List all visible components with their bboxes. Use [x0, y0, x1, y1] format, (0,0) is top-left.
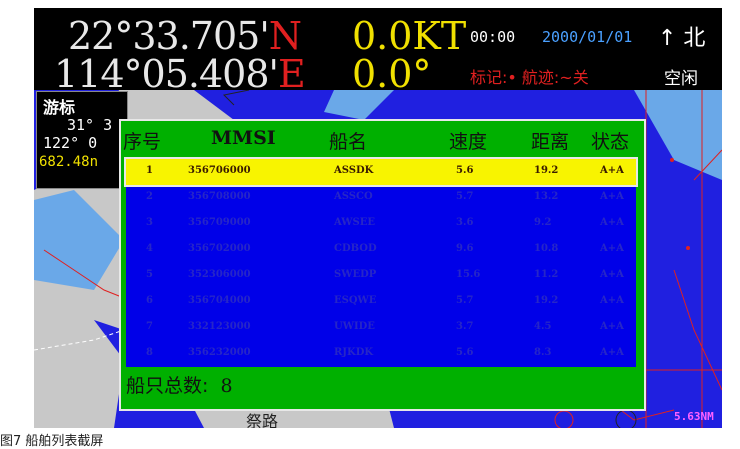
ship-speed: 5.6: [456, 347, 474, 358]
mark-track-status: 标记:• 航迹:~关: [470, 68, 589, 87]
ship-list: 1 356706000 ASSDK 5.6 19.2 A+A 2 3567080…: [124, 157, 638, 367]
latitude-readout: 22°33.705'N: [68, 16, 302, 56]
ship-row[interactable]: 5 352306000 SWEDP 15.6 11.2 A+A: [126, 263, 636, 289]
ship-count: 船只总数: 8: [126, 371, 233, 398]
ship-distance: 11.2: [534, 269, 559, 280]
ship-status: A+A: [600, 321, 624, 332]
ship-name: UWIDE: [334, 321, 375, 332]
ship-status: A+A: [600, 243, 624, 254]
north-up-indicator: ↑ 北: [658, 26, 706, 51]
ship-row[interactable]: 1 356706000 ASSDK 5.6 19.2 A+A: [124, 157, 638, 187]
course-readout: 0.0°: [352, 52, 432, 96]
ship-distance: 19.2: [534, 165, 559, 176]
distance-readout: 5.63NM: [674, 410, 714, 423]
column-header-distance: 距离: [531, 131, 570, 153]
ship-speed: 5.7: [456, 295, 474, 306]
ship-name: SWEDP: [334, 269, 377, 280]
ship-distance: 13.2: [534, 191, 559, 202]
date-display: 2000/01/01: [542, 28, 633, 46]
ship-status: A+A: [600, 295, 624, 306]
ship-index: 7: [146, 321, 153, 332]
ship-mmsi: 356709000: [188, 217, 251, 228]
column-header-name: 船名: [329, 131, 368, 153]
column-header-status: 状态: [591, 131, 630, 153]
ship-speed: 5.6: [456, 165, 474, 176]
ship-index: 3: [146, 217, 153, 228]
ship-distance: 4.5: [534, 321, 552, 332]
ship-name: ASSCO: [334, 191, 373, 202]
ship-mmsi: 356704000: [188, 295, 251, 306]
ship-mmsi: 352306000: [188, 269, 251, 280]
cursor-panel: 游标 31° 3 122° 0 682.48n: [36, 91, 128, 189]
ship-name: ASSDK: [334, 165, 374, 176]
ship-row[interactable]: 6 356704000 ESQWE 5.7 19.2 A+A: [126, 289, 636, 315]
ship-status: A+A: [600, 347, 624, 358]
ship-distance: 19.2: [534, 295, 559, 306]
ship-speed: 9.6: [456, 243, 474, 254]
system-status: 空闲: [664, 69, 698, 89]
ship-status: A+A: [600, 165, 624, 176]
ship-row[interactable]: 8 356232000 RJKDK 5.6 8.3 A+A: [126, 341, 636, 367]
ship-speed: 15.6: [456, 269, 481, 280]
figure-caption: 图7 船舶列表截屏: [0, 434, 104, 449]
longitude-hemisphere: E: [277, 52, 306, 96]
ship-index: 1: [146, 165, 153, 176]
column-header-mmsi: MMSI: [211, 127, 276, 149]
ship-mmsi: 332123000: [188, 321, 251, 332]
ship-index: 4: [146, 243, 153, 254]
ship-index: 6: [146, 295, 153, 306]
ship-row[interactable]: 7 332123000 UWIDE 3.7 4.5 A+A: [126, 315, 636, 341]
cursor-panel-title: 游标: [43, 98, 76, 117]
ship-status: A+A: [600, 269, 624, 280]
ship-mmsi: 356706000: [188, 165, 251, 176]
ship-speed: 3.7: [456, 321, 474, 332]
longitude-minutes: 05.408': [141, 52, 279, 96]
ship-mmsi: 356702000: [188, 243, 251, 254]
ship-status: A+A: [600, 217, 624, 228]
cursor-longitude: 122° 0: [43, 134, 98, 152]
ship-count-value: 8: [220, 375, 233, 397]
ship-mmsi: 356232000: [188, 347, 251, 358]
chart-place-label: 祭路: [246, 412, 279, 428]
ship-speed: 5.7: [456, 191, 474, 202]
column-header-index: 序号: [123, 131, 162, 153]
longitude-readout: 114°05.408'E: [54, 52, 306, 96]
ship-name: CDBOD: [334, 243, 377, 254]
cursor-latitude: 31° 3: [67, 116, 113, 134]
ship-mmsi: 356708000: [188, 191, 251, 202]
ship-index: 8: [146, 347, 153, 358]
ship-count-label: 船只总数:: [126, 375, 209, 397]
ship-status: A+A: [600, 191, 624, 202]
ship-name: AWSEE: [334, 217, 375, 228]
ship-list-header: 序号 MMSI 船名 速度 距离 状态: [121, 121, 644, 159]
ship-speed: 3.6: [456, 217, 474, 228]
ship-name: RJKDK: [334, 347, 374, 358]
column-header-speed: 速度: [449, 131, 488, 153]
ship-distance: 9.2: [534, 217, 552, 228]
ship-name: ESQWE: [334, 295, 377, 306]
ship-distance: 8.3: [534, 347, 552, 358]
longitude-degrees: 114°: [54, 52, 143, 96]
ship-row[interactable]: 3 356709000 AWSEE 3.6 9.2 A+A: [126, 211, 636, 237]
ship-row[interactable]: 2 356708000 ASSCO 5.7 13.2 A+A: [126, 185, 636, 211]
ship-distance: 10.8: [534, 243, 559, 254]
speed-readout: 0.0KT: [352, 14, 467, 58]
ship-index: 5: [146, 269, 153, 280]
ship-row[interactable]: 4 356702000 CDBOD 9.6 10.8 A+A: [126, 237, 636, 263]
cursor-distance: 682.48n: [39, 154, 99, 170]
ship-index: 2: [146, 191, 153, 202]
time-display: 00:00: [470, 28, 516, 46]
ship-list-dialog: 序号 MMSI 船名 速度 距离 状态 1 356706000 ASSDK 5.…: [119, 119, 646, 411]
